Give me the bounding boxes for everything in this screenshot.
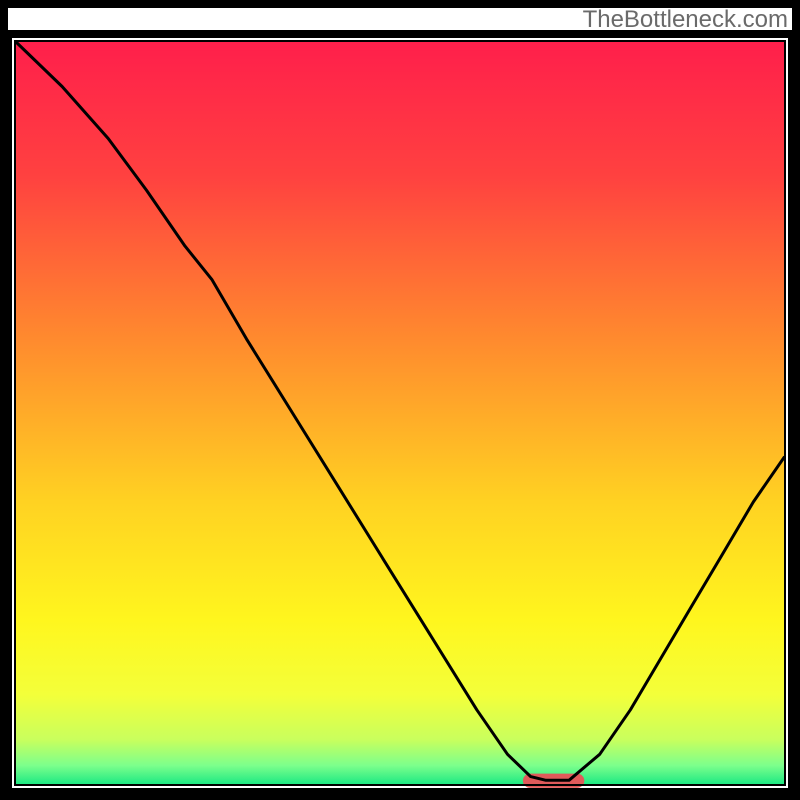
watermark-text: TheBottleneck.com xyxy=(583,6,788,34)
chart-container: TheBottleneck.com xyxy=(0,0,800,800)
bottleneck-chart xyxy=(0,0,800,800)
